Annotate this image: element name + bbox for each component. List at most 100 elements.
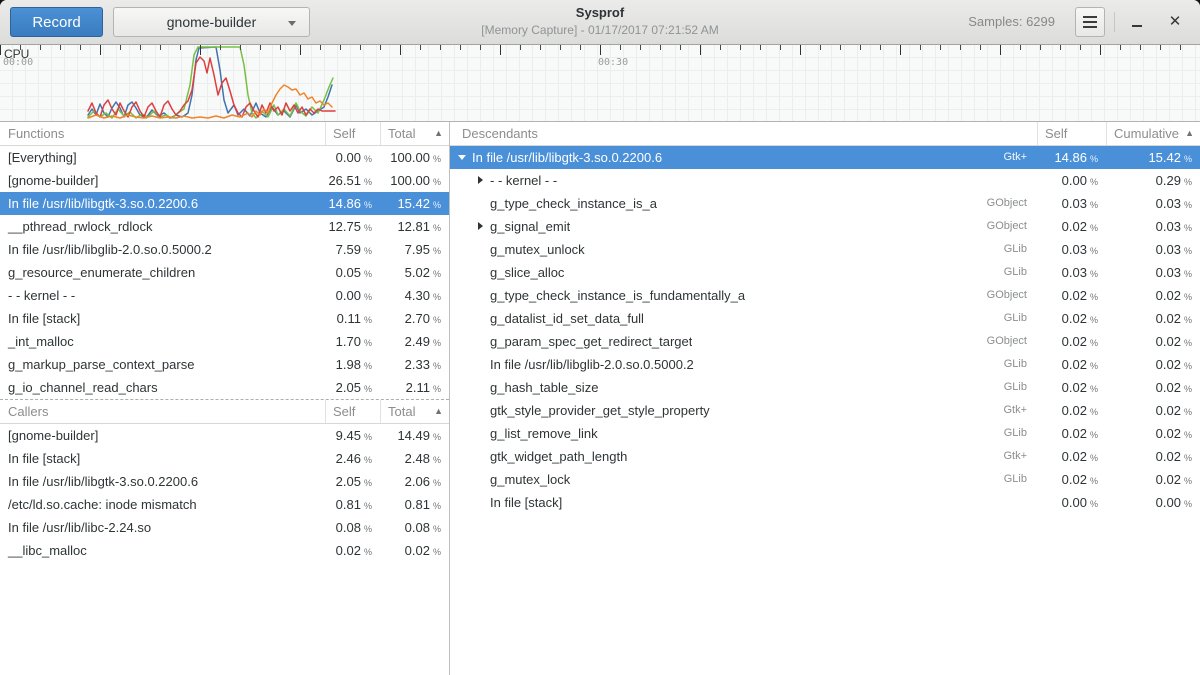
callers-total-column-header[interactable]: Total▲ <box>380 400 449 423</box>
descendants-table-row[interactable]: g_type_check_instance_is_aGObject0.03%0.… <box>450 192 1200 215</box>
percent-number: 2.05 <box>336 380 361 395</box>
function-name-label: g_param_spec_get_redirect_target <box>490 330 692 353</box>
tick-mark <box>860 45 861 50</box>
descendants-table-row[interactable]: g_type_check_instance_is_fundamentally_a… <box>450 284 1200 307</box>
descendants-table-row[interactable]: g_mutex_unlockGLib0.03%0.03% <box>450 238 1200 261</box>
descendants-table-row[interactable]: gtk_style_provider_get_style_propertyGtk… <box>450 399 1200 422</box>
process-selector-dropdown[interactable]: gnome-builder <box>113 7 310 37</box>
percent-sign: % <box>1184 200 1192 210</box>
descendants-list: In file /usr/lib/libgtk-3.so.0.2200.6Gtk… <box>450 146 1200 514</box>
percent-value-cell: 100.00% <box>380 169 449 192</box>
percent-value-cell: 7.59% <box>325 238 380 261</box>
functions-table-row[interactable]: [Everything]0.00%100.00% <box>0 146 449 169</box>
percent-number: 0.02 <box>1156 380 1181 395</box>
callers-table-header: Callers Self Total▲ <box>0 399 449 424</box>
functions-table-row[interactable]: - - kernel - -0.00%4.30% <box>0 284 449 307</box>
headerbar-separator <box>1114 12 1115 32</box>
tick-mark <box>160 45 161 50</box>
descendants-table-row[interactable]: g_slice_allocGLib0.03%0.03% <box>450 261 1200 284</box>
function-name-label: g_hash_table_size <box>490 376 598 399</box>
functions-table-row[interactable]: In file [stack]0.11%2.70% <box>0 307 449 330</box>
percent-number: 0.05 <box>336 265 361 280</box>
expander-collapsed-icon[interactable] <box>474 169 490 192</box>
library-tag: GLib <box>1004 261 1037 284</box>
descendants-table-row[interactable]: g_param_spec_get_redirect_targetGObject0… <box>450 330 1200 353</box>
functions-list: [Everything]0.00%100.00%[gnome-builder]2… <box>0 146 449 399</box>
cpu-graph[interactable]: CPU 00:00 00:30 <box>0 45 1200 122</box>
functions-total-column-header[interactable]: Total▲ <box>380 122 449 145</box>
descendants-table-row[interactable]: g_signal_emitGObject0.02%0.03% <box>450 215 1200 238</box>
close-button[interactable]: ✕ <box>1162 10 1188 34</box>
expander-spacer <box>474 491 490 514</box>
function-name-cell: In file /usr/lib/libgtk-3.so.0.2200.6 <box>0 192 325 215</box>
sort-arrow-icon: ▲ <box>434 400 443 423</box>
descendants-column-header[interactable]: Descendants <box>450 122 1037 145</box>
tick-mark <box>420 45 421 50</box>
functions-table-row[interactable]: g_markup_parse_context_parse1.98%2.33% <box>0 353 449 376</box>
percent-number: 0.02 <box>1156 426 1181 441</box>
function-name-label: g_list_remove_link <box>490 422 598 445</box>
percent-sign: % <box>1090 200 1098 210</box>
percent-number: 12.81 <box>397 219 430 234</box>
percent-number: 0.02 <box>1062 449 1087 464</box>
callers-table-row[interactable]: In file [stack]2.46%2.48% <box>0 447 449 470</box>
callers-table-row[interactable]: In file /usr/lib/libgtk-3.so.0.2200.62.0… <box>0 470 449 493</box>
percent-sign: % <box>1090 453 1098 463</box>
percent-sign: % <box>433 315 441 325</box>
tick-mark <box>340 45 341 50</box>
functions-table-row[interactable]: In file /usr/lib/libglib-2.0.so.0.5000.2… <box>0 238 449 261</box>
percent-value-cell: 2.46% <box>325 447 380 470</box>
callers-table-row[interactable]: In file /usr/lib/libc-2.24.so0.08%0.08% <box>0 516 449 539</box>
callers-table-row[interactable]: __libc_malloc0.02%0.02% <box>0 539 449 562</box>
tick-mark <box>960 45 961 50</box>
function-name-label: g_mutex_lock <box>490 468 570 491</box>
expander-spacer <box>474 353 490 376</box>
percent-number: 0.03 <box>1156 219 1181 234</box>
descendants-table-row[interactable]: g_mutex_lockGLib0.02%0.02% <box>450 468 1200 491</box>
functions-table-row[interactable]: g_io_channel_read_chars2.05%2.11% <box>0 376 449 399</box>
functions-column-header[interactable]: Functions <box>0 122 325 145</box>
descendants-self-column-header[interactable]: Self <box>1037 122 1106 145</box>
tick-mark <box>700 45 701 55</box>
hamburger-icon <box>1083 16 1097 28</box>
menu-button[interactable] <box>1075 7 1105 37</box>
expander-collapsed-icon[interactable] <box>474 215 490 238</box>
callers-list: [gnome-builder]9.45%14.49%In file [stack… <box>0 424 449 562</box>
function-name-cell: [gnome-builder] <box>0 424 325 447</box>
functions-table-row[interactable]: _int_malloc1.70%2.49% <box>0 330 449 353</box>
callers-column-header[interactable]: Callers <box>0 400 325 423</box>
functions-self-column-header[interactable]: Self <box>325 122 380 145</box>
descendants-table-row[interactable]: g_datalist_id_set_data_fullGLib0.02%0.02… <box>450 307 1200 330</box>
callers-table-row[interactable]: [gnome-builder]9.45%14.49% <box>0 424 449 447</box>
callers-table-row[interactable]: /etc/ld.so.cache: inode mismatch0.81%0.8… <box>0 493 449 516</box>
window-subtitle: [Memory Capture] - 01/17/2017 07:21:52 A… <box>481 24 718 36</box>
descendants-table-row[interactable]: In file /usr/lib/libgtk-3.so.0.2200.6Gtk… <box>450 146 1200 169</box>
percent-number: 12.75 <box>328 219 361 234</box>
percent-sign: % <box>1090 430 1098 440</box>
process-selector-label: gnome-builder <box>167 14 257 30</box>
library-tag: GObject <box>987 192 1037 215</box>
descendants-table-row[interactable]: g_list_remove_linkGLib0.02%0.02% <box>450 422 1200 445</box>
percent-number: 0.03 <box>1062 196 1087 211</box>
functions-table-row[interactable]: __pthread_rwlock_rdlock12.75%12.81% <box>0 215 449 238</box>
percent-value-cell: 14.86% <box>325 192 380 215</box>
descendants-table-row[interactable]: In file /usr/lib/libglib-2.0.so.0.5000.2… <box>450 353 1200 376</box>
descendants-table-row[interactable]: g_hash_table_sizeGLib0.02%0.02% <box>450 376 1200 399</box>
record-button[interactable]: Record <box>10 7 103 37</box>
functions-table-row[interactable]: g_resource_enumerate_children0.05%5.02% <box>0 261 449 284</box>
expander-expanded-icon[interactable] <box>456 146 472 169</box>
descendants-table-row[interactable]: In file [stack]0.00%0.00% <box>450 491 1200 514</box>
functions-table-row[interactable]: In file /usr/lib/libgtk-3.so.0.2200.614.… <box>0 192 449 215</box>
percent-value-cell: 0.02% <box>380 539 449 562</box>
descendants-table-row[interactable]: - - kernel - -0.00%0.29% <box>450 169 1200 192</box>
descendants-cumulative-column-header[interactable]: Cumulative▲ <box>1106 122 1200 145</box>
function-name-cell: [gnome-builder] <box>0 169 325 192</box>
functions-table-row[interactable]: [gnome-builder]26.51%100.00% <box>0 169 449 192</box>
minimize-button[interactable] <box>1124 10 1150 34</box>
callers-self-column-header[interactable]: Self <box>325 400 380 423</box>
percent-number: 9.45 <box>336 428 361 443</box>
descendants-table-row[interactable]: gtk_widget_path_lengthGtk+0.02%0.02% <box>450 445 1200 468</box>
function-name-cell: In file /usr/lib/libglib-2.0.so.0.5000.2… <box>450 353 1037 376</box>
percent-sign: % <box>1184 315 1192 325</box>
percent-number: 0.81 <box>336 497 361 512</box>
